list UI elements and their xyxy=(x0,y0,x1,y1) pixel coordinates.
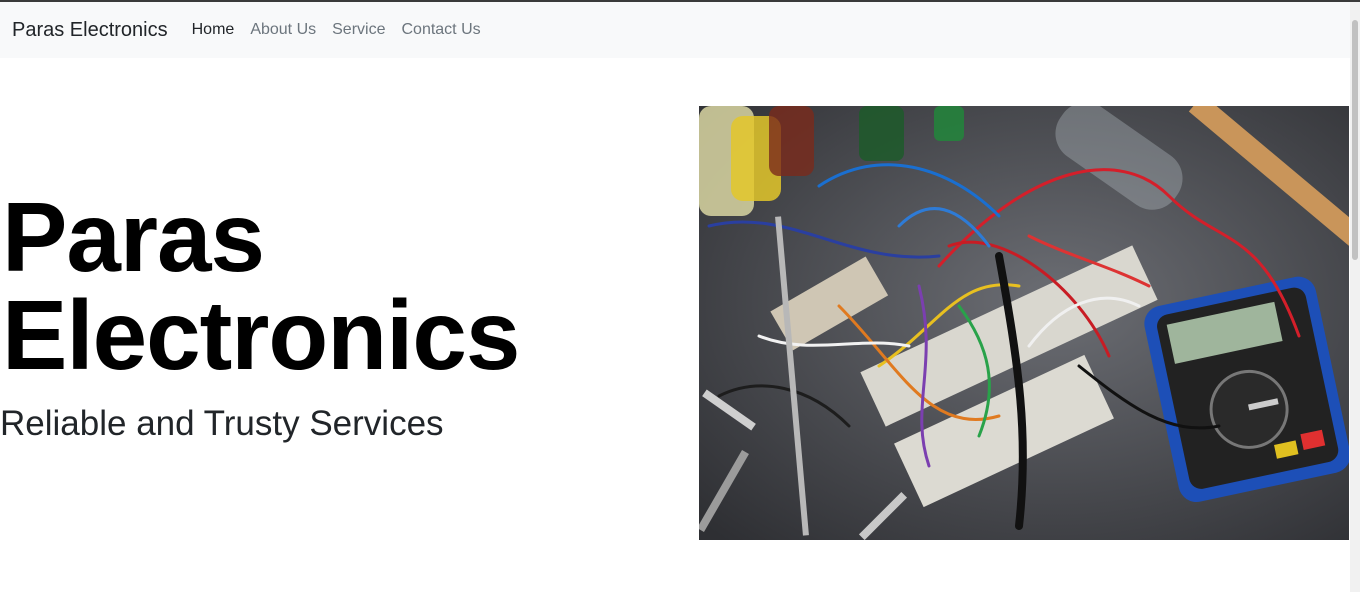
page-scrollbar[interactable] xyxy=(1350,2,1360,592)
scrollbar-thumb[interactable] xyxy=(1352,20,1358,260)
navbar: Paras Electronics Home About Us Service … xyxy=(0,2,1350,58)
nav-link-home[interactable]: Home xyxy=(184,21,243,39)
navbar-brand[interactable]: Paras Electronics xyxy=(12,19,168,42)
nav-link-contact-us[interactable]: Contact Us xyxy=(393,21,488,39)
nav-links: Home About Us Service Contact Us xyxy=(184,21,489,39)
hero-subtitle: Reliable and Trusty Services xyxy=(0,404,444,443)
nav-link-about-us[interactable]: About Us xyxy=(242,21,324,39)
hero-image xyxy=(699,106,1349,540)
nav-link-service[interactable]: Service xyxy=(324,21,393,39)
hero-title-line1: Paras xyxy=(2,182,265,292)
hero-title: Paras Electronics xyxy=(2,188,520,384)
hero-title-line2: Electronics xyxy=(2,280,520,390)
